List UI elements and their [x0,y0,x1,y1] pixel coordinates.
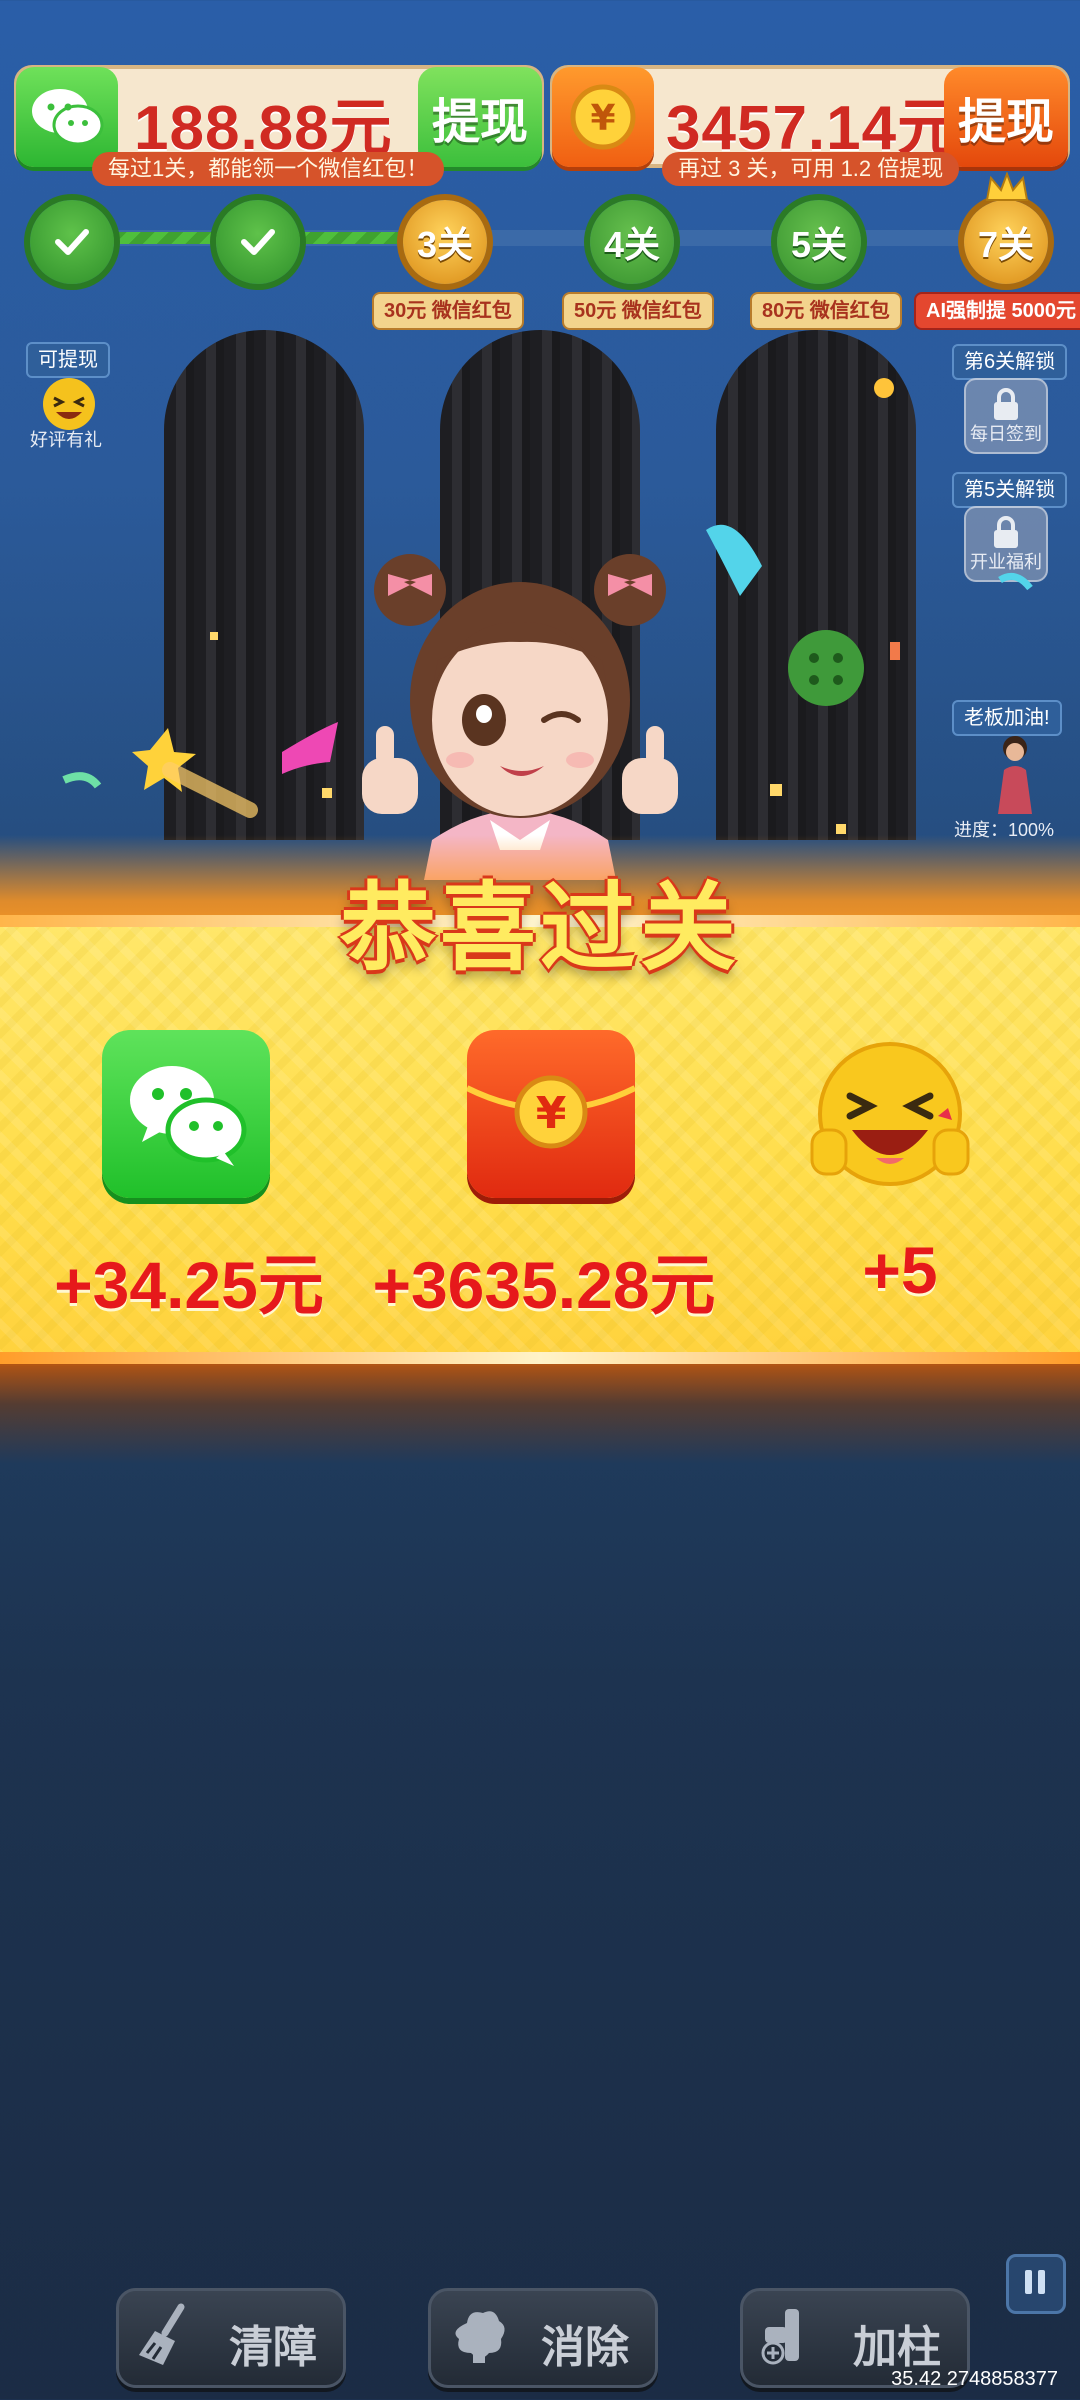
wechat-reward-value: +34.25元 [54,1248,324,1322]
banner-shadow [0,1364,1080,1464]
laughing-emoji-icon [806,1030,974,1198]
wechat-icon [102,1030,270,1198]
svg-text:¥: ¥ [536,1088,567,1139]
level-3-reward-tag: 30元 微信红包 [372,292,524,330]
eliminate-label: 消除 [541,2323,629,2372]
level-5-reward-tag: 80元 微信红包 [750,292,902,330]
clear-obstacle-label: 清障 [229,2323,317,2372]
pause-button[interactable] [1006,2254,1066,2314]
level-node-2 [216,200,300,284]
level-node-4: 4关 [590,200,674,284]
cartoon-girl-mascot [362,554,678,880]
wechat-tip: 每过1关，都能领一个微信红包！ [92,152,445,186]
congrats-title: 恭喜过关 [340,875,740,982]
level-node-1 [30,200,114,284]
check-icon [55,229,89,255]
level-4-reward-tag: 50元 微信红包 [562,292,714,330]
emoji-reward-value: +5 [862,1233,938,1307]
yuan-tip: 再过 3 关，可用 1.2 倍提现 [662,152,960,186]
clear-obstacle-button[interactable]: 清障 [116,2288,346,2388]
check-icon [241,229,275,255]
eliminate-button[interactable]: 消除 [428,2288,658,2388]
add-pillar-icon [761,2309,799,2365]
pause-icon [1025,2270,1045,2294]
level-node-3: 3关 [403,200,487,284]
crown-icon [985,172,1029,201]
red-envelope-icon: ¥ [465,1030,637,1198]
yuan-coin-icon: ¥ [552,67,654,167]
explosion-icon [455,2311,505,2363]
add-pillar-label: 加柱 [853,2323,941,2372]
red-envelope-reward-value: +3635.28元 [372,1248,716,1322]
svg-text:¥: ¥ [590,98,615,139]
broom-icon [139,2303,185,2365]
footer-stat: 35.42 2748858377 [891,2368,1058,2390]
yuan-withdraw-button[interactable]: 提现 [944,67,1068,167]
level-node-7: 7关 [964,200,1048,284]
level-node-5: 5关 [777,200,861,284]
level-7-reward-tag: AI强制提 5000元 [914,292,1080,330]
wechat-withdraw-button[interactable]: 提现 [418,67,542,167]
